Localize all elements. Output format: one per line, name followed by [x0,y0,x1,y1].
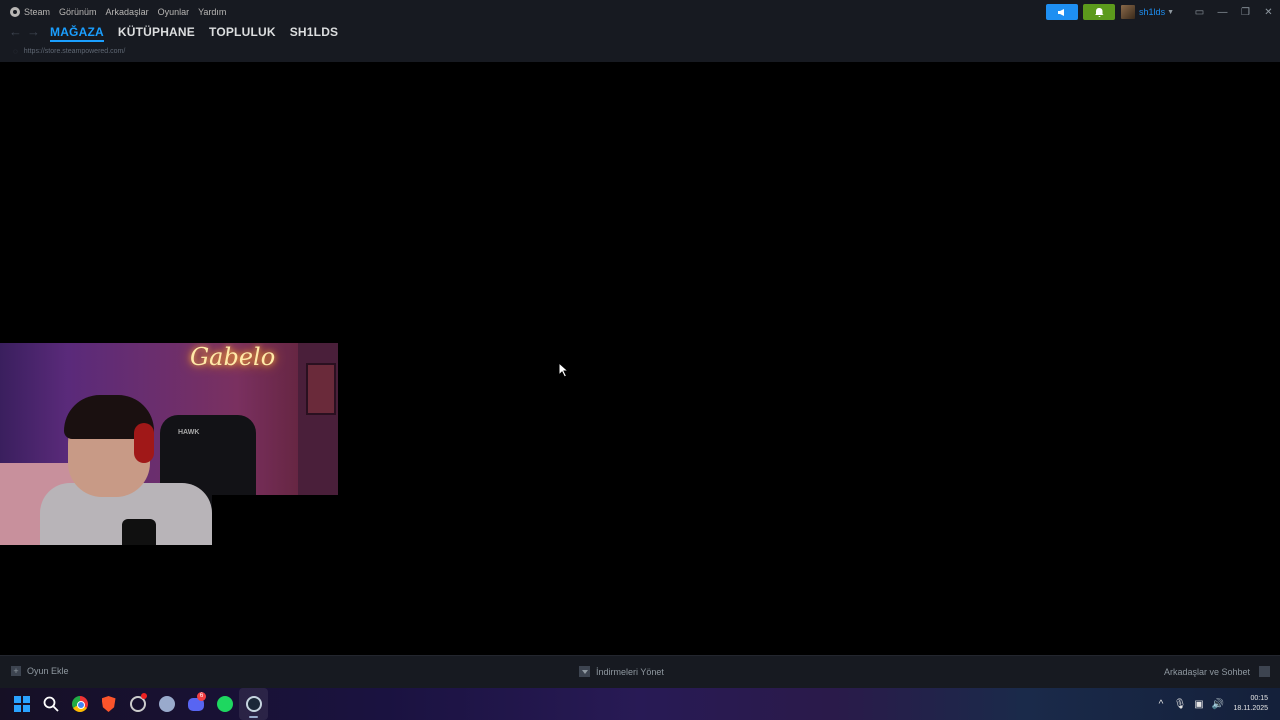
taskbar-chrome[interactable] [65,688,94,720]
system-tray: ^ 🎙 ▣ 🔊 00:15 18.11.2025 [1151,688,1280,720]
menu-item-view[interactable]: Görünüm [59,0,97,24]
taskbar-spotify[interactable] [210,688,239,720]
url-bar: ◌ https://store.steampowered.com/ [0,44,1280,58]
megaphone-icon [1058,8,1065,16]
chevron-down-icon[interactable]: ▼ [1167,9,1174,16]
add-game-button[interactable]: + Oyun Ekle [11,666,69,676]
taskbar-app-circle[interactable] [123,688,152,720]
windows-logo-icon [13,696,30,712]
clock-time: 00:15 [1250,695,1268,702]
close-icon[interactable]: ✕ [1257,0,1280,24]
taskbar-app-gear[interactable] [152,688,181,720]
tab-profile[interactable]: SH1LDS [290,22,339,42]
avatar[interactable] [1121,5,1136,19]
microphone-icon[interactable]: 🎙 [1170,699,1189,710]
announcements-button[interactable] [1046,4,1079,20]
menu-item-help[interactable]: Yardım [198,0,226,24]
steam-titlebar: Steam Görünüm Arkadaşlar Oyunlar Yardım … [0,0,1280,62]
account-username[interactable]: sh1lds [1139,7,1165,17]
restore-icon[interactable]: ❐ [1234,0,1257,24]
notifications-button[interactable] [1083,4,1116,20]
taskbar-search[interactable] [36,688,65,720]
microphone [122,519,156,545]
mouse-cursor-icon [558,362,570,378]
manage-downloads-button[interactable]: İndirmeleri Yönet [579,666,664,677]
titlebar-controls: sh1lds ▼ ▭ — ❐ ✕ [1046,0,1280,24]
wall-frame [306,363,336,415]
clock-date: 18.11.2025 [1233,705,1268,712]
active-indicator [249,716,258,718]
start-button[interactable] [7,688,36,720]
clock[interactable]: 00:15 18.11.2025 [1233,694,1268,714]
alert-badge [141,693,147,699]
big-picture-icon[interactable]: ▭ [1188,0,1211,24]
chat-icon [1259,666,1270,677]
loading-icon: ◌ [13,46,18,56]
spotify-icon [216,696,233,712]
tab-store[interactable]: MAĞAZA [50,24,104,42]
forward-arrow-icon[interactable]: → [27,22,40,42]
url-text: https://store.steampowered.com/ [23,47,126,55]
menu-item-games[interactable]: Oyunlar [158,0,190,24]
webcam-overlay: HAWK Gabelo [0,343,338,545]
network-icon[interactable]: ▣ [1189,699,1208,710]
main-nav: ← → MAĞAZA KÜTÜPHANE TOPLULUK SH1LDS [0,22,1280,42]
steam-footer: + Oyun Ekle İndirmeleri Yönet Arkadaşlar… [0,655,1280,688]
taskbar-discord[interactable]: 6 [181,688,210,720]
steam-logo-icon [10,7,20,17]
minimize-icon[interactable]: — [1211,0,1234,24]
chair-brand: HAWK [178,429,200,436]
menu-steam[interactable]: Steam [0,0,50,24]
windows-taskbar: 6 ^ 🎙 ▣ 🔊 00:15 18.11.2025 [0,688,1280,720]
chevron-up-icon[interactable]: ^ [1151,699,1170,710]
brave-icon [101,696,116,712]
steam-icon [245,696,262,712]
headset [134,423,154,463]
add-game-label: Oyun Ekle [27,666,69,676]
discord-badge: 6 [197,692,206,701]
taskbar-steam[interactable] [239,688,268,720]
neon-sign: Gabelo [190,343,276,371]
taskbar-brave[interactable] [94,688,123,720]
search-icon [43,696,59,712]
back-arrow-icon[interactable]: ← [9,22,22,42]
bell-icon [1094,7,1104,17]
menu-item-friends[interactable]: Arkadaşlar [106,0,149,24]
menu-item-steam[interactable]: Steam [24,0,50,24]
manage-downloads-label: İndirmeleri Yönet [596,666,664,677]
chrome-icon [71,696,88,712]
download-icon [579,666,590,677]
friends-chat-button[interactable]: Arkadaşlar ve Sohbet [1164,666,1270,677]
tab-library[interactable]: KÜTÜPHANE [118,22,195,42]
volume-icon[interactable]: 🔊 [1208,699,1227,710]
plus-icon: + [11,666,21,676]
friends-chat-label: Arkadaşlar ve Sohbet [1163,666,1250,677]
tab-community[interactable]: TOPLULUK [209,22,276,42]
gear-icon [158,696,175,712]
